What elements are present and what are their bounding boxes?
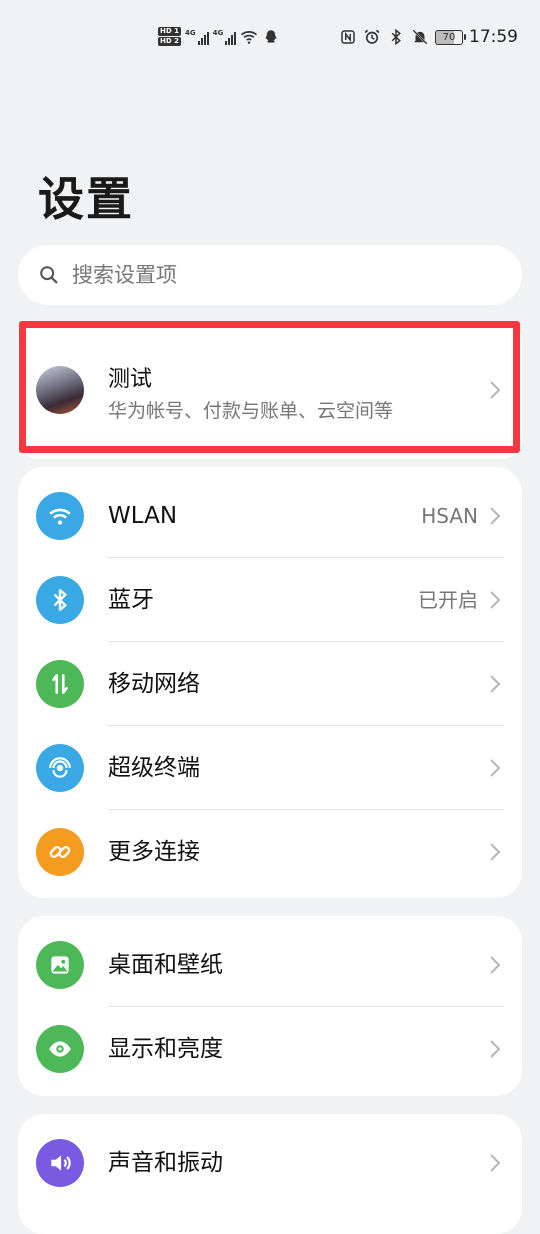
row-value: 已开启 <box>418 588 478 612</box>
hd1-badge: HD 1 <box>158 27 181 36</box>
network-type-1: 4G <box>184 28 196 37</box>
settings-row[interactable]: 更多连接 <box>18 810 522 894</box>
chevron-right-icon <box>490 843 500 861</box>
settings-row[interactable]: WLAN HSAN <box>18 474 522 558</box>
network-type-2: 4G <box>212 28 224 37</box>
link-icon <box>36 828 84 876</box>
connectivity-group: WLAN HSAN 蓝牙 已开启移动网络超级终端更多连接 <box>18 467 522 898</box>
clock: 17:59 <box>469 27 518 47</box>
settings-row[interactable]: 桌面和壁纸 <box>18 923 522 1007</box>
page-title: 设置 <box>38 172 134 226</box>
sound-group: 声音和振动 <box>18 1114 522 1234</box>
chevron-right-icon <box>490 1040 500 1058</box>
row-label: 超级终端 <box>108 755 200 781</box>
avatar <box>36 366 84 414</box>
bluetooth-status-icon <box>391 28 401 46</box>
row-label: 更多连接 <box>108 839 200 865</box>
chevron-right-icon <box>490 956 500 974</box>
search-bar[interactable] <box>18 245 522 305</box>
row-label: WLAN <box>108 503 178 529</box>
row-label: 显示和亮度 <box>108 1036 223 1062</box>
signal-1-icon: 4G <box>185 29 209 45</box>
mute-icon <box>412 29 428 45</box>
row-value: HSAN <box>421 504 478 528</box>
row-label: 桌面和壁纸 <box>108 952 223 978</box>
battery-icon: 70 <box>435 29 466 45</box>
settings-row[interactable]: 移动网络 <box>18 642 522 726</box>
account-subtitle: 华为帐号、付款与账单、云空间等 <box>108 400 394 422</box>
chevron-right-icon <box>490 381 500 399</box>
settings-row[interactable]: 显示和亮度 <box>18 1007 522 1091</box>
account-card[interactable]: 测试 华为帐号、付款与账单、云空间等 <box>18 321 522 459</box>
wifi-icon <box>36 492 84 540</box>
settings-row[interactable]: 声音和振动 <box>18 1121 522 1205</box>
wallpaper-icon <box>36 941 84 989</box>
chevron-right-icon <box>490 675 500 693</box>
super-device-icon <box>36 744 84 792</box>
search-icon <box>40 266 58 284</box>
status-right: 70 17:59 <box>339 27 518 47</box>
status-bar: HD 1 HD 2 4G 4G 70 17:59 <box>0 0 540 80</box>
row-label: 移动网络 <box>108 671 200 697</box>
hd-indicators: HD 1 HD 2 <box>158 27 181 46</box>
wifi-status-icon <box>241 30 258 44</box>
account-name: 测试 <box>108 367 153 392</box>
display-group: 桌面和壁纸显示和亮度 <box>18 916 522 1096</box>
chevron-right-icon <box>490 1154 500 1172</box>
chevron-right-icon <box>490 591 500 609</box>
alarm-icon <box>364 29 380 44</box>
eye-icon <box>36 1025 84 1073</box>
sound-icon <box>36 1139 84 1187</box>
nfc-icon <box>341 30 355 44</box>
signal-2-icon: 4G <box>213 29 237 45</box>
qq-notification-icon <box>265 29 277 43</box>
settings-row[interactable]: 蓝牙 已开启 <box>18 558 522 642</box>
settings-row[interactable]: 超级终端 <box>18 726 522 810</box>
hd2-badge: HD 2 <box>158 37 181 46</box>
bluetooth-icon <box>36 576 84 624</box>
row-label: 蓝牙 <box>108 587 154 613</box>
chevron-right-icon <box>490 507 500 525</box>
chevron-right-icon <box>490 759 500 777</box>
row-label: 声音和振动 <box>108 1150 223 1176</box>
status-left: HD 1 HD 2 4G 4G <box>158 27 280 46</box>
search-input[interactable] <box>70 262 474 288</box>
mobile-data-icon <box>36 660 84 708</box>
